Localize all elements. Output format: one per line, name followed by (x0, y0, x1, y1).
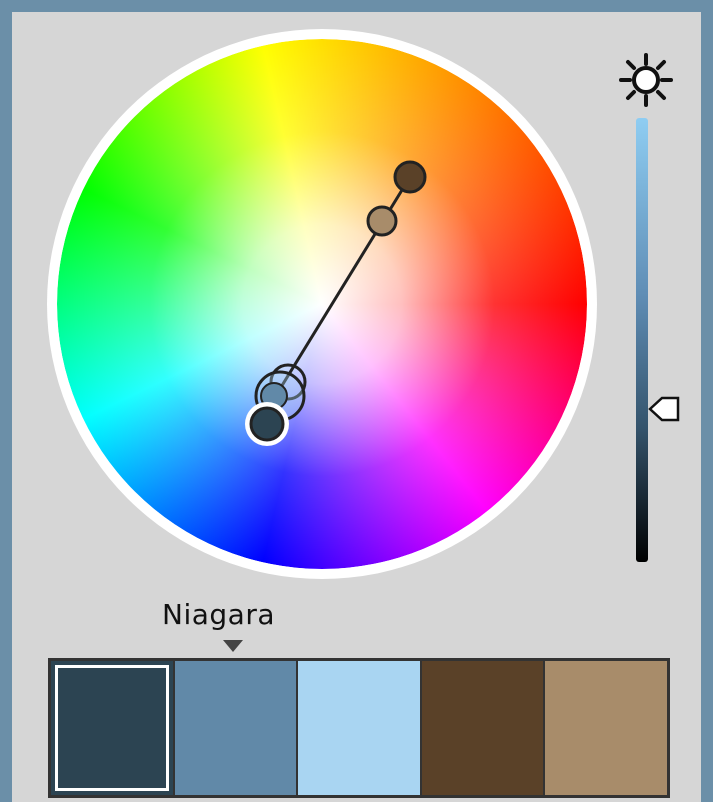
brightness-slider[interactable] (636, 118, 648, 562)
swatch-4[interactable] (419, 661, 544, 795)
slider-handle-icon[interactable] (648, 389, 688, 429)
color-marker-base[interactable] (249, 406, 285, 442)
saturation-fade (57, 39, 587, 569)
color-wheel[interactable] (12, 12, 612, 592)
swatch-1[interactable] (51, 661, 173, 795)
swatch-5[interactable] (543, 661, 667, 795)
sun-icon (619, 53, 673, 107)
scheme-name[interactable]: Niagara (162, 598, 292, 631)
color-marker-tan[interactable] (366, 205, 398, 237)
swatch-2[interactable] (172, 661, 297, 795)
swatch-strip (48, 658, 670, 798)
color-scheme-panel: Niagara (12, 12, 701, 802)
chevron-down-icon[interactable] (223, 640, 243, 652)
color-marker-dark-brown[interactable] (393, 160, 427, 194)
swatch-3[interactable] (296, 661, 420, 795)
